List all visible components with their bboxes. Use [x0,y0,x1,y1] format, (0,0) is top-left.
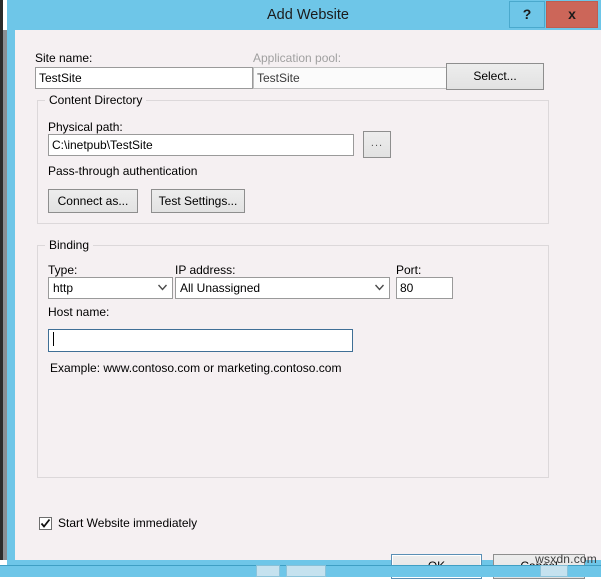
binding-type-label: Type: [48,263,78,277]
site-name-label: Site name: [35,51,93,65]
binding-port-label: Port: [396,263,422,277]
content-directory-title: Content Directory [45,93,147,107]
binding-port-input[interactable]: 80 [396,277,453,299]
connect-as-button[interactable]: Connect as... [48,189,138,213]
binding-ip-select[interactable]: All Unassigned [175,277,390,299]
start-website-label[interactable]: Start Website immediately [58,516,197,530]
question-mark-icon: ? [522,6,532,22]
desktop-background: Add Website ? x Site name: TestSite Appl… [0,0,601,579]
add-website-dialog: Add Website ? x Site name: TestSite Appl… [7,0,601,579]
browse-physical-path-button[interactable]: ... [363,131,391,158]
text-caret [53,332,54,346]
chevron-down-icon [158,284,167,291]
help-button[interactable]: ? [509,1,545,28]
select-app-pool-button[interactable]: Select... [446,63,544,90]
binding-ip-value: All Unassigned [180,281,261,295]
taskbar-item-1[interactable] [256,565,280,577]
binding-ip-label: IP address: [175,263,236,277]
start-website-checkbox[interactable] [39,517,52,530]
physical-path-input[interactable]: C:\inetpub\TestSite [48,134,354,156]
taskbar-item-2[interactable] [286,565,326,577]
test-settings-button[interactable]: Test Settings... [151,189,245,213]
binding-type-select[interactable]: http [48,277,173,299]
application-pool-input[interactable]: TestSite [253,67,447,89]
binding-host-name-label: Host name: [48,305,110,319]
dialog-client-area: Site name: TestSite Application pool: Te… [15,30,601,579]
site-name-input[interactable]: TestSite [35,67,253,89]
pass-through-authentication-text: Pass-through authentication [48,164,198,178]
checkmark-icon [40,518,51,528]
binding-type-value: http [53,281,74,295]
close-x-icon: x [568,6,576,22]
application-pool-label: Application pool: [253,51,342,65]
taskbar[interactable] [0,565,601,577]
taskbar-item-3[interactable] [540,565,568,577]
watermark: wsxdn.com [535,552,597,566]
physical-path-label: Physical path: [48,120,123,134]
chevron-down-icon [375,284,384,291]
binding-title: Binding [45,238,94,252]
close-button[interactable]: x [546,1,598,28]
dialog-title-bar[interactable]: Add Website ? x [11,0,601,30]
binding-example-text: Example: www.contoso.com or marketing.co… [50,361,342,375]
binding-host-name-input[interactable] [48,329,353,352]
